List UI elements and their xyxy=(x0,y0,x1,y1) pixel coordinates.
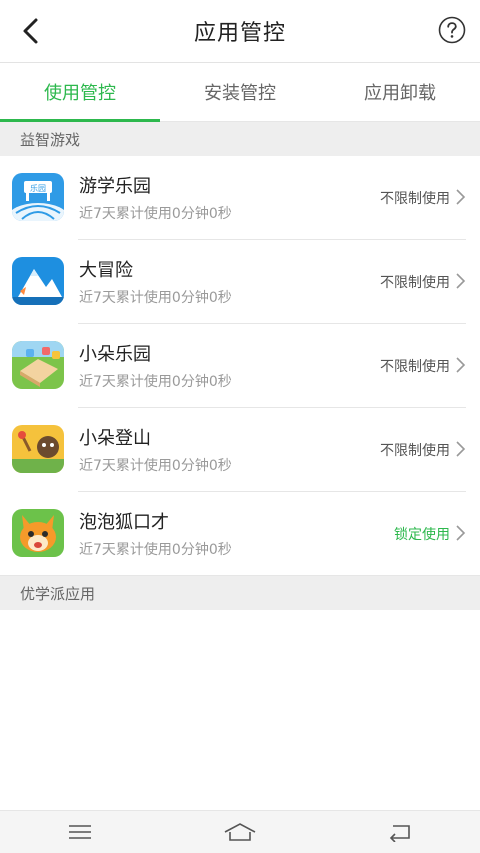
section-title: 益智游戏 xyxy=(20,130,81,149)
chevron-right-icon xyxy=(456,525,466,541)
help-button[interactable] xyxy=(438,16,466,44)
section-header-apps: 优学派应用 xyxy=(0,576,480,610)
app-usage-time: 近7天累计使用0分钟0秒 xyxy=(79,290,232,306)
menu-button[interactable] xyxy=(50,812,110,852)
tab-bar: 使用管控 安装管控 应用卸载 xyxy=(0,63,480,122)
chevron-right-icon xyxy=(456,189,466,205)
icon-label-text: 乐园 xyxy=(30,183,46,193)
home-icon xyxy=(224,823,256,841)
chevron-right-icon xyxy=(456,273,466,289)
app-status-locked: 锁定使用 xyxy=(394,527,450,543)
app-usage-time: 近7天累计使用0分钟0秒 xyxy=(79,542,232,558)
app-row-youxue-park[interactable]: 乐园 游学乐园 近7天累计使用0分钟0秒 不限制使用 xyxy=(0,156,480,240)
tab-app-uninstall[interactable]: 应用卸载 xyxy=(320,63,480,121)
xiaoduo-climb-app-icon xyxy=(12,425,64,473)
back-nav-button[interactable] xyxy=(370,812,430,852)
home-button[interactable] xyxy=(210,812,270,852)
app-row-bubble-fox[interactable]: 泡泡狐口才 近7天累计使用0分钟0秒 锁定使用 xyxy=(0,492,480,576)
app-usage-time: 近7天累计使用0分钟0秒 xyxy=(79,458,232,474)
section-header-games: 益智游戏 xyxy=(0,122,480,156)
return-icon xyxy=(389,825,410,842)
app-status: 不限制使用 xyxy=(380,443,450,459)
app-status: 不限制使用 xyxy=(380,359,450,375)
menu-icon xyxy=(69,825,91,839)
app-usage-time: 近7天累计使用0分钟0秒 xyxy=(79,206,232,222)
app-name: 泡泡狐口才 xyxy=(79,512,169,533)
system-navigation-bar xyxy=(0,810,480,853)
chevron-right-icon xyxy=(456,357,466,373)
app-usage-time: 近7天累计使用0分钟0秒 xyxy=(79,374,232,390)
section-title: 优学派应用 xyxy=(20,584,96,603)
back-button[interactable] xyxy=(14,14,48,48)
back-arrow-icon xyxy=(23,18,38,44)
app-name: 游学乐园 xyxy=(79,176,151,197)
question-mark-icon xyxy=(438,16,466,44)
app-name: 大冒险 xyxy=(79,260,133,281)
app-status: 不限制使用 xyxy=(380,191,450,207)
big-adventure-app-icon xyxy=(12,257,64,305)
app-row-xiaoduo-climb[interactable]: 小朵登山 近7天累计使用0分钟0秒 不限制使用 xyxy=(0,408,480,492)
xiaoduo-park-app-icon xyxy=(12,341,64,389)
app-name: 小朵乐园 xyxy=(79,344,151,365)
page-title: 应用管控 xyxy=(193,21,286,46)
bubble-fox-app-icon xyxy=(12,509,64,557)
app-row-big-adventure[interactable]: 大冒险 近7天累计使用0分钟0秒 不限制使用 xyxy=(0,240,480,324)
app-name: 小朵登山 xyxy=(79,428,151,449)
app-list: 乐园 游学乐园 近7天累计使用0分钟0秒 不限制使用 大冒险 近7天累计使用0分… xyxy=(0,156,480,576)
app-header: 应用管控 xyxy=(0,0,480,63)
tab-usage-control[interactable]: 使用管控 xyxy=(0,63,160,122)
app-row-xiaoduo-park[interactable]: 小朵乐园 近7天累计使用0分钟0秒 不限制使用 xyxy=(0,324,480,408)
youxue-park-app-icon: 乐园 xyxy=(12,173,64,221)
tab-install-control[interactable]: 安装管控 xyxy=(160,63,320,121)
chevron-right-icon xyxy=(456,441,466,457)
app-status: 不限制使用 xyxy=(380,275,450,291)
